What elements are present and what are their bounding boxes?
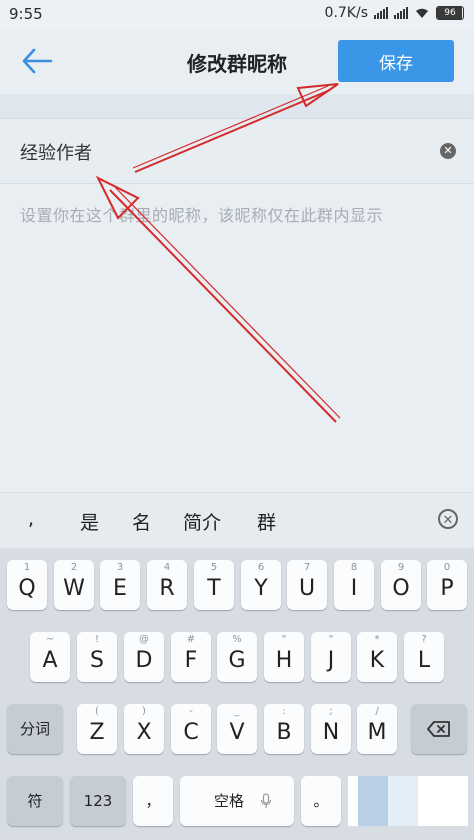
- status-time: 9:55: [9, 5, 43, 23]
- candidate-word[interactable]: 简介: [183, 508, 221, 535]
- key-q[interactable]: 1Q: [7, 560, 47, 610]
- key-b[interactable]: :B: [264, 704, 304, 754]
- soft-keyboard: 1Q 2W 3E 4R 5T 6Y 7U 8I 9O 0P ~ A ! S @ D #…: [0, 548, 474, 840]
- key-a[interactable]: ~ A: [30, 632, 70, 682]
- key-s[interactable]: ! S: [77, 632, 117, 682]
- segment-key[interactable]: 分词: [7, 704, 63, 754]
- key-u[interactable]: 7U: [287, 560, 327, 610]
- key-k[interactable]: * K: [357, 632, 397, 682]
- key-t[interactable]: 5T: [194, 560, 234, 610]
- microphone-icon: [260, 793, 272, 808]
- key-d[interactable]: @ D: [124, 632, 164, 682]
- wifi-icon: [416, 8, 428, 18]
- key-l[interactable]: ? L: [404, 632, 444, 682]
- nickname-hint: 设置你在这个群里的昵称，该昵称仅在此群内显示: [20, 206, 384, 225]
- section-divider: [0, 94, 474, 118]
- back-arrow-icon[interactable]: [20, 46, 54, 76]
- nickname-input-value[interactable]: 经验作者: [20, 139, 92, 165]
- key-c[interactable]: -C: [171, 704, 211, 754]
- key-p[interactable]: 0P: [427, 560, 467, 610]
- save-button[interactable]: 保存: [338, 40, 454, 82]
- space-key[interactable]: 空格: [180, 776, 294, 826]
- close-candidates-icon[interactable]: ✕: [438, 509, 458, 529]
- key-x[interactable]: ) X: [124, 704, 164, 754]
- status-indicators: 0.7K/s 96: [325, 5, 464, 21]
- signal-icon: [374, 7, 388, 19]
- nickname-field[interactable]: 经验作者 ✕: [0, 118, 474, 184]
- candidate-word[interactable]: 群: [257, 508, 276, 535]
- symbols-key[interactable]: 符: [7, 776, 63, 826]
- clear-input-icon[interactable]: ✕: [440, 143, 456, 159]
- candidate-word[interactable]: ,: [28, 508, 34, 530]
- app-header: 修改群昵称 保存: [0, 30, 474, 94]
- key-j[interactable]: " J: [311, 632, 351, 682]
- key-z[interactable]: (Z: [77, 704, 117, 754]
- key-y[interactable]: 6Y: [241, 560, 281, 610]
- candidate-word[interactable]: 是: [80, 508, 99, 535]
- key-h[interactable]: " H: [264, 632, 304, 682]
- numbers-key[interactable]: 123: [70, 776, 126, 826]
- key-n[interactable]: ; N: [311, 704, 351, 754]
- backspace-icon: [427, 721, 450, 737]
- key-m[interactable]: / M: [357, 704, 397, 754]
- candidate-word[interactable]: 名: [132, 508, 151, 535]
- battery-icon: 96: [436, 6, 464, 20]
- key-i[interactable]: 8I: [334, 560, 374, 610]
- network-speed: 0.7K/s: [324, 5, 368, 21]
- status-bar: 9:55 0.7K/s 96: [0, 0, 474, 30]
- key-g[interactable]: % G: [217, 632, 257, 682]
- period-key[interactable]: 。: [301, 776, 341, 826]
- key-f[interactable]: # F: [171, 632, 211, 682]
- ime-candidate-bar: , 是 名 简介 群 ✕: [0, 492, 474, 549]
- backspace-key[interactable]: [411, 704, 467, 754]
- key-o[interactable]: 9O: [381, 560, 421, 610]
- key-v[interactable]: _ V: [217, 704, 257, 754]
- watermark-block: [348, 776, 468, 826]
- key-r[interactable]: 4R: [147, 560, 187, 610]
- signal-icon-2: [394, 7, 408, 19]
- key-w[interactable]: 2W: [54, 560, 94, 610]
- key-e[interactable]: 3E: [100, 560, 140, 610]
